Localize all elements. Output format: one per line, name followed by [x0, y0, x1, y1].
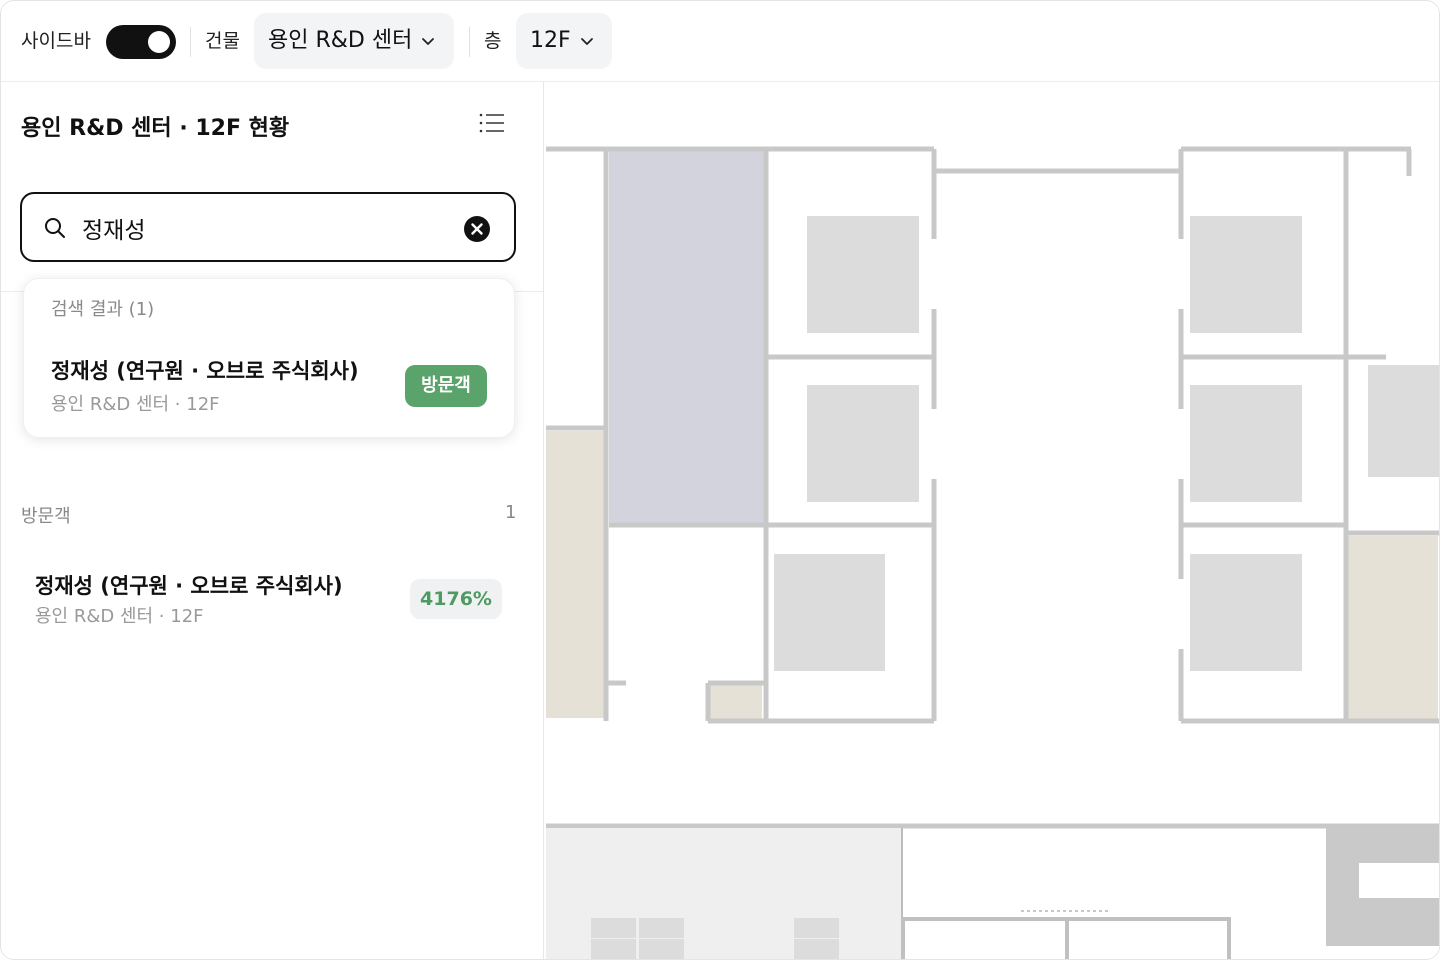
list-view-icon[interactable]: [479, 112, 505, 134]
floor-map[interactable]: [544, 82, 1440, 959]
list-item-value: 4176%: [410, 579, 502, 619]
search-input[interactable]: [80, 208, 444, 248]
desk[interactable]: [807, 216, 919, 333]
chevron-down-icon: [581, 38, 593, 45]
beige-room[interactable]: [1348, 536, 1438, 721]
toggle-knob: [148, 31, 170, 53]
floor-plan: [546, 146, 1440, 959]
highlighted-room[interactable]: [609, 149, 764, 523]
building-select[interactable]: 용인 R&D 센터: [254, 13, 454, 69]
search-box[interactable]: [20, 192, 516, 262]
list-item-location: 용인 R&D 센터 · 12F: [35, 606, 204, 627]
search-results-dropdown: 검색 결과 (1) 정재성 (연구원 · 오브로 주식회사) 용인 R&D 센터…: [23, 278, 515, 438]
chevron-down-icon: [422, 38, 434, 45]
sidebar-panel: 용인 R&D 센터 · 12F 현황 검색 결과 (1) 정재성 (연구원 · …: [1, 82, 544, 959]
building-select-value: 용인 R&D 센터: [268, 28, 413, 53]
search-icon: [45, 218, 65, 238]
desk[interactable]: [1190, 554, 1302, 671]
divider: [469, 27, 470, 57]
section-count: 1: [505, 502, 517, 523]
top-toolbar: 사이드바 건물 용인 R&D 센터 층 12F: [1, 1, 1439, 82]
building-label: 건물: [205, 30, 240, 52]
list-item-name: 정재성 (연구원 · 오브로 주식회사): [35, 574, 343, 598]
sidebar-toggle[interactable]: [106, 25, 176, 59]
divider: [190, 27, 191, 57]
desk[interactable]: [774, 554, 885, 671]
beige-room[interactable]: [546, 431, 604, 718]
clear-search-icon[interactable]: [464, 216, 490, 242]
desk[interactable]: [1368, 365, 1440, 477]
sidebar-toggle-label: 사이드바: [21, 30, 91, 52]
desk[interactable]: [1190, 385, 1302, 502]
result-location: 용인 R&D 센터 · 12F: [51, 394, 220, 415]
beige-room[interactable]: [710, 684, 762, 720]
floor-label: 층: [484, 30, 502, 52]
desk[interactable]: [807, 385, 919, 502]
panel-title: 용인 R&D 센터 · 12F 현황: [21, 116, 290, 141]
section-title: 방문객: [21, 506, 71, 527]
floor-select-value: 12F: [530, 28, 571, 53]
search-results-header: 검색 결과 (1): [51, 299, 155, 320]
app-window: 사이드바 건물 용인 R&D 센터 층 12F 용인 R&D 센터 · 12F …: [0, 0, 1440, 960]
desk[interactable]: [1190, 216, 1302, 333]
floor-select[interactable]: 12F: [516, 13, 612, 69]
result-name: 정재성 (연구원 · 오브로 주식회사): [51, 359, 359, 383]
visitor-badge: 방문객: [405, 365, 487, 407]
